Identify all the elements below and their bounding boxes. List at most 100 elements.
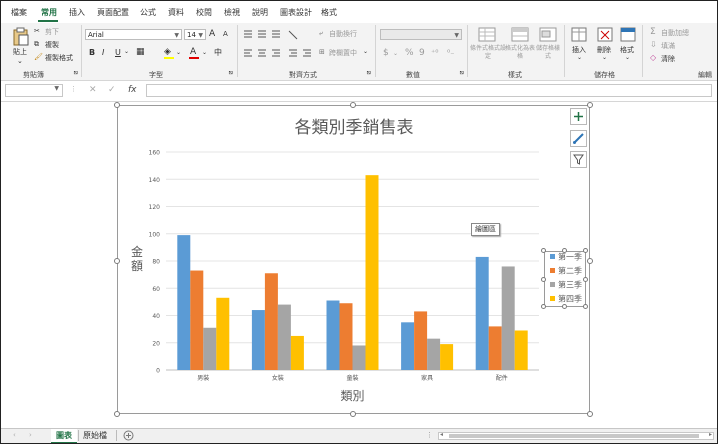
format-painter-button[interactable]: 複製格式: [45, 53, 73, 63]
percent-button[interactable]: %: [405, 48, 414, 58]
legend-handle[interactable]: [541, 304, 546, 309]
formula-bar-handle[interactable]: ⋮: [70, 85, 77, 93]
paste-dropdown-icon[interactable]: ⌄: [17, 57, 23, 65]
resize-handle[interactable]: [587, 411, 593, 417]
tab-review[interactable]: 校閱: [196, 7, 212, 18]
merge-center-button[interactable]: 跨欄置中: [329, 48, 357, 58]
tab-insert[interactable]: 插入: [69, 7, 85, 18]
comma-style-button[interactable]: 9: [419, 48, 425, 58]
legend-handle[interactable]: [562, 248, 567, 253]
scrollbar-thumb[interactable]: [449, 434, 699, 438]
scroll-first-sheet-icon[interactable]: ‹: [13, 431, 16, 439]
resize-handle[interactable]: [587, 258, 593, 264]
format-cells-icon[interactable]: [620, 27, 636, 43]
merge-center-icon[interactable]: ⊞: [319, 48, 325, 56]
paste-label[interactable]: 貼上: [13, 47, 27, 57]
tab-data[interactable]: 資料: [168, 7, 184, 18]
shrink-font-button[interactable]: A: [223, 30, 228, 38]
chevron-down-icon[interactable]: ⌄: [176, 49, 181, 56]
legend-selection-box[interactable]: [544, 251, 586, 307]
legend-handle[interactable]: [583, 248, 588, 253]
fill-color-icon[interactable]: ◈: [164, 47, 171, 57]
resize-handle[interactable]: [350, 411, 356, 417]
tab-view[interactable]: 檢視: [224, 7, 240, 18]
phonetic-icon[interactable]: 中: [214, 47, 222, 58]
format-as-table-icon[interactable]: [511, 27, 529, 43]
number-format-combo[interactable]: ▼: [380, 29, 462, 40]
resize-handle[interactable]: [350, 102, 356, 108]
font-size-combo[interactable]: 14 ▼: [184, 29, 206, 40]
legend-handle[interactable]: [541, 248, 546, 253]
enter-icon[interactable]: ✓: [108, 85, 116, 95]
cell-styles-icon[interactable]: [539, 27, 557, 43]
bold-button[interactable]: B: [89, 48, 95, 57]
chevron-down-icon[interactable]: ⌄: [202, 49, 207, 56]
autosum-icon[interactable]: Σ: [650, 27, 656, 37]
scroll-left-icon[interactable]: ◂: [440, 431, 443, 438]
chart-area[interactable]: 各類別季銷售表 0 20 40 60 80 100 120 140 160 男裝 女裝 童裝 家具 配件 類別…: [117, 105, 590, 414]
scroll-prev-sheet-icon[interactable]: ›: [29, 431, 32, 439]
paste-icon[interactable]: [12, 27, 30, 47]
italic-button[interactable]: I: [102, 48, 104, 57]
sheet-tab-source[interactable]: 原始檔: [78, 429, 112, 442]
decrease-decimal-icon[interactable]: ⁰₋: [447, 48, 454, 57]
fill-button[interactable]: 填滿: [661, 41, 675, 51]
chevron-down-icon[interactable]: ⌄: [602, 54, 607, 61]
conditional-format-button[interactable]: 條件式格式設定: [470, 45, 506, 61]
chart-elements-button[interactable]: [570, 108, 587, 125]
chart-filters-button[interactable]: [570, 151, 587, 168]
chevron-down-icon[interactable]: ⌄: [124, 48, 129, 55]
tab-formulas[interactable]: 公式: [140, 7, 156, 18]
border-icon[interactable]: ▦: [136, 47, 145, 57]
autosum-button[interactable]: 自動加總: [661, 28, 689, 38]
conditional-format-icon[interactable]: [478, 27, 496, 43]
formula-input[interactable]: [146, 84, 712, 97]
name-box[interactable]: ▼: [5, 84, 63, 97]
format-as-table-button[interactable]: 格式化為表格: [504, 45, 536, 61]
clear-button[interactable]: 清除: [661, 54, 675, 64]
scroll-right-icon[interactable]: ▸: [709, 431, 712, 438]
tab-format[interactable]: 格式: [321, 7, 337, 18]
chevron-down-icon[interactable]: ⌄: [625, 54, 630, 61]
grow-font-button[interactable]: A: [209, 29, 215, 39]
clipboard-launcher-icon[interactable]: ⧅: [74, 69, 78, 77]
increase-decimal-icon[interactable]: ⁺⁰: [431, 48, 438, 57]
clear-icon[interactable]: ◇: [650, 53, 656, 62]
wrap-text-icon[interactable]: ⤶: [319, 29, 323, 38]
insert-cells-icon[interactable]: [571, 27, 587, 43]
insert-function-icon[interactable]: fx: [128, 85, 137, 95]
resize-handle[interactable]: [587, 102, 593, 108]
cut-icon[interactable]: ✂: [34, 27, 40, 35]
underline-button[interactable]: U: [115, 48, 121, 57]
alignment-launcher-icon[interactable]: ⧅: [367, 69, 371, 77]
resize-handle[interactable]: [114, 258, 120, 264]
alignment-icons[interactable]: [243, 30, 323, 62]
add-sheet-icon[interactable]: [123, 430, 134, 441]
legend-handle[interactable]: [562, 304, 567, 309]
delete-cells-icon[interactable]: [597, 27, 613, 43]
legend-handle[interactable]: [541, 277, 546, 282]
horizontal-scrollbar[interactable]: ◂ ▸: [438, 431, 714, 440]
tab-home[interactable]: 常用: [41, 7, 57, 18]
chart-styles-button[interactable]: [570, 130, 587, 147]
tab-file[interactable]: 檔案: [11, 7, 27, 18]
copy-button[interactable]: 複製: [45, 40, 59, 50]
legend-handle[interactable]: [583, 304, 588, 309]
tab-help[interactable]: 說明: [252, 7, 268, 18]
sheet-split-handle[interactable]: ⋮: [426, 431, 433, 439]
copy-icon[interactable]: ⧉: [34, 40, 39, 49]
font-color-icon[interactable]: A: [190, 47, 196, 57]
chevron-down-icon[interactable]: ⌄: [393, 50, 398, 57]
tab-page-layout[interactable]: 頁面配置: [97, 7, 129, 18]
font-name-combo[interactable]: Arial ▼: [85, 29, 182, 40]
cancel-icon[interactable]: ✕: [89, 85, 97, 95]
resize-handle[interactable]: [114, 411, 120, 417]
font-launcher-icon[interactable]: ⧅: [229, 69, 233, 77]
cut-button[interactable]: 剪下: [45, 27, 59, 37]
number-launcher-icon[interactable]: ⧅: [460, 69, 464, 77]
currency-button[interactable]: $: [383, 48, 389, 58]
worksheet-area[interactable]: 各類別季銷售表 0 20 40 60 80 100 120 140 160 男裝 女裝 童裝 家具 配件 類別…: [1, 102, 717, 428]
cell-styles-button[interactable]: 儲存格樣式: [534, 45, 562, 61]
chevron-down-icon[interactable]: ⌄: [363, 48, 368, 55]
sheet-tab-chart[interactable]: 圖表: [51, 429, 77, 443]
